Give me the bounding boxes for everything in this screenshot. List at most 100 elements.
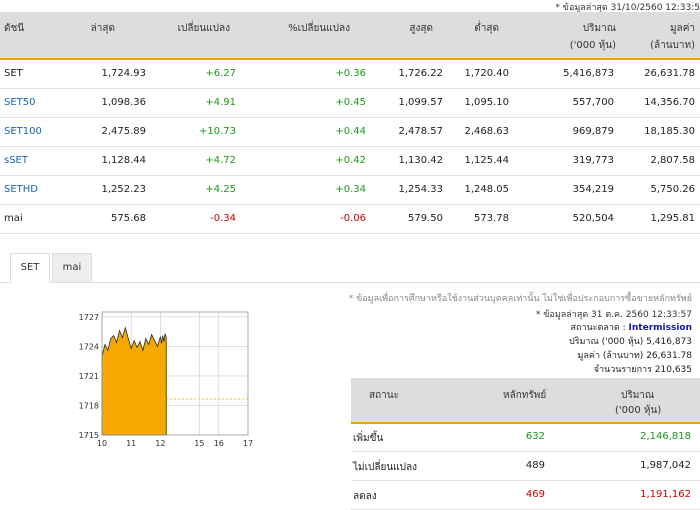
market-row-set: SET 1,724.93 +6.27 +0.36 1,726.22 1,720.… — [0, 59, 700, 89]
volume-value: 557,700 — [572, 97, 614, 108]
pct-change-value: +0.42 — [335, 155, 366, 166]
index-link-set100[interactable]: SET100 — [4, 126, 42, 137]
tab-divider — [0, 282, 700, 283]
col-securities: หลักทรัพย์ — [503, 390, 547, 401]
breadth-row-unchanged: ไม่เปลี่ยนแปลง 489 1,987,042 — [351, 452, 700, 481]
total-volume: ปริมาณ ('000 หุ้น) 5,416,873 — [569, 334, 692, 348]
total-value: มูลค่า (ล้านบาท) 26,631.78 — [577, 348, 692, 362]
high-value: 1,726.22 — [398, 68, 443, 79]
total-value-value: 26,631.78 — [646, 351, 692, 361]
col-status: สถานะ — [369, 390, 399, 401]
market-table-header: ดัชนี ล่าสุด เปลี่ยนแปลง %เปลี่ยนแปลง สู… — [0, 12, 700, 60]
low-value: 573.78 — [474, 213, 509, 224]
change-value: +4.72 — [205, 155, 236, 166]
index-link-sset[interactable]: sSET — [4, 155, 28, 166]
value-value: 2,807.58 — [650, 155, 695, 166]
col-pct-change: %เปลี่ยนแปลง — [288, 23, 350, 34]
col-breadth-volume-unit: ('000 หุ้น) — [615, 405, 662, 416]
col-change: เปลี่ยนแปลง — [177, 23, 230, 34]
total-volume-value: 5,416,873 — [646, 337, 692, 347]
change-value: +4.91 — [205, 97, 236, 108]
high-value: 579.50 — [408, 213, 443, 224]
breadth-status: ลดลง — [353, 491, 377, 502]
x-tick-label: 12 — [155, 439, 165, 448]
value-value: 14,356.70 — [644, 97, 695, 108]
index-link-sethd[interactable]: SETHD — [4, 184, 38, 195]
total-value-label: มูลค่า (ล้านบาท) — [577, 351, 644, 361]
col-high: สูงสุด — [409, 23, 433, 34]
status-updated: * ข้อมูลล่าสุด 31 ต.ค. 2560 12:33:57 — [535, 310, 692, 320]
breadth-status: เพิ่มขึ้น — [353, 433, 384, 444]
disclaimer: * ข้อมูลเพื่อการศึกษาหรือใช้งานส่วนบุคคล… — [348, 294, 692, 304]
breadth-securities: 489 — [525, 460, 545, 471]
change-value: -0.34 — [210, 213, 236, 224]
x-tick-label: 11 — [126, 439, 136, 448]
value-value: 5,750.26 — [650, 184, 695, 195]
high-value: 1,254.33 — [398, 184, 443, 195]
total-deals-label: จำนวนรายการ — [593, 365, 652, 375]
market-row-sset[interactable]: sSET 1,128.44 +4.72 +0.42 1,130.42 1,125… — [0, 146, 700, 176]
breadth-status: ไม่เปลี่ยนแปลง — [353, 462, 418, 473]
col-low: ต่ำสุด — [474, 23, 499, 34]
volume-value: 354,219 — [572, 184, 614, 195]
market-status: สถานะตลาด : Intermission — [571, 320, 692, 334]
last-value: 575.68 — [111, 213, 146, 224]
index-name: SET — [4, 68, 23, 79]
breadth-row-decline: ลดลง 469 1,191,162 — [351, 481, 700, 510]
pct-change-value: +0.44 — [335, 126, 366, 137]
x-tick-label: 15 — [194, 439, 204, 448]
col-value-unit: (ล้านบาท) — [650, 40, 695, 51]
volume-value: 969,879 — [572, 126, 614, 137]
last-value: 1,098.36 — [101, 97, 146, 108]
high-value: 1,130.42 — [398, 155, 443, 166]
y-tick-label: 1718 — [79, 401, 99, 410]
index-link-set50[interactable]: SET50 — [4, 97, 36, 108]
breadth-volume: 1,191,162 — [640, 489, 691, 500]
low-value: 1,248.05 — [464, 184, 509, 195]
value-value: 1,295.81 — [650, 213, 695, 224]
low-value: 1,720.40 — [464, 68, 509, 79]
col-index: ดัชนี — [4, 23, 25, 34]
market-status-label: สถานะตลาด : — [570, 323, 626, 333]
change-value: +6.27 — [205, 68, 236, 79]
total-volume-label: ปริมาณ ('000 หุ้น) — [568, 337, 644, 347]
volume-value: 5,416,873 — [563, 68, 614, 79]
total-deals-value: 210,635 — [654, 365, 692, 375]
index-name: mai — [4, 213, 23, 224]
y-tick-label: 1721 — [79, 372, 99, 381]
col-volume-unit: ('000 หุ้น) — [569, 40, 616, 51]
market-row-mai: mai 575.68 -0.34 -0.06 579.50 573.78 520… — [0, 204, 700, 234]
low-value: 1,095.10 — [464, 97, 509, 108]
breadth-volume: 2,146,818 — [640, 431, 691, 442]
last-value: 1,724.93 — [101, 68, 146, 79]
breadth-securities: 632 — [525, 431, 545, 442]
pct-change-value: -0.06 — [340, 213, 366, 224]
volume-value: 520,504 — [572, 213, 614, 224]
pct-change-value: +0.36 — [335, 68, 366, 79]
tab-mai[interactable]: mai — [52, 253, 92, 283]
low-value: 2,468.63 — [464, 126, 509, 137]
col-last: ล่าสุด — [90, 23, 115, 34]
tab-set[interactable]: SET — [10, 253, 50, 283]
market-row-sethd[interactable]: SETHD 1,252.23 +4.25 +0.34 1,254.33 1,24… — [0, 175, 700, 205]
breadth-row-advance: เพิ่มขึ้น 632 2,146,818 — [351, 423, 700, 452]
pct-change-value: +0.34 — [335, 184, 366, 195]
total-deals: จำนวนรายการ 210,635 — [594, 362, 692, 376]
col-volume: ปริมาณ — [582, 23, 616, 34]
high-value: 2,478.57 — [398, 126, 443, 137]
pct-change-value: +0.45 — [335, 97, 366, 108]
x-tick-label: 16 — [214, 439, 224, 448]
change-value: +10.73 — [198, 126, 236, 137]
intraday-chart: 17271724172117181715 10 11 12 15 16 17 — [79, 311, 253, 448]
last-value: 1,252.23 — [101, 184, 146, 195]
breadth-securities: 469 — [525, 489, 545, 500]
value-value: 26,631.78 — [644, 68, 695, 79]
price-area — [101, 326, 167, 436]
breadth-table-header: สถานะ หลักทรัพย์ ปริมาณ ('000 หุ้น) — [351, 378, 700, 424]
volume-value: 319,773 — [572, 155, 614, 166]
high-value: 1,099.57 — [398, 97, 443, 108]
market-row-set100[interactable]: SET100 2,475.89 +10.73 +0.44 2,478.57 2,… — [0, 117, 700, 147]
change-value: +4.25 — [205, 184, 236, 195]
last-value: 1,128.44 — [101, 155, 146, 166]
market-row-set50[interactable]: SET50 1,098.36 +4.91 +0.45 1,099.57 1,09… — [0, 88, 700, 118]
